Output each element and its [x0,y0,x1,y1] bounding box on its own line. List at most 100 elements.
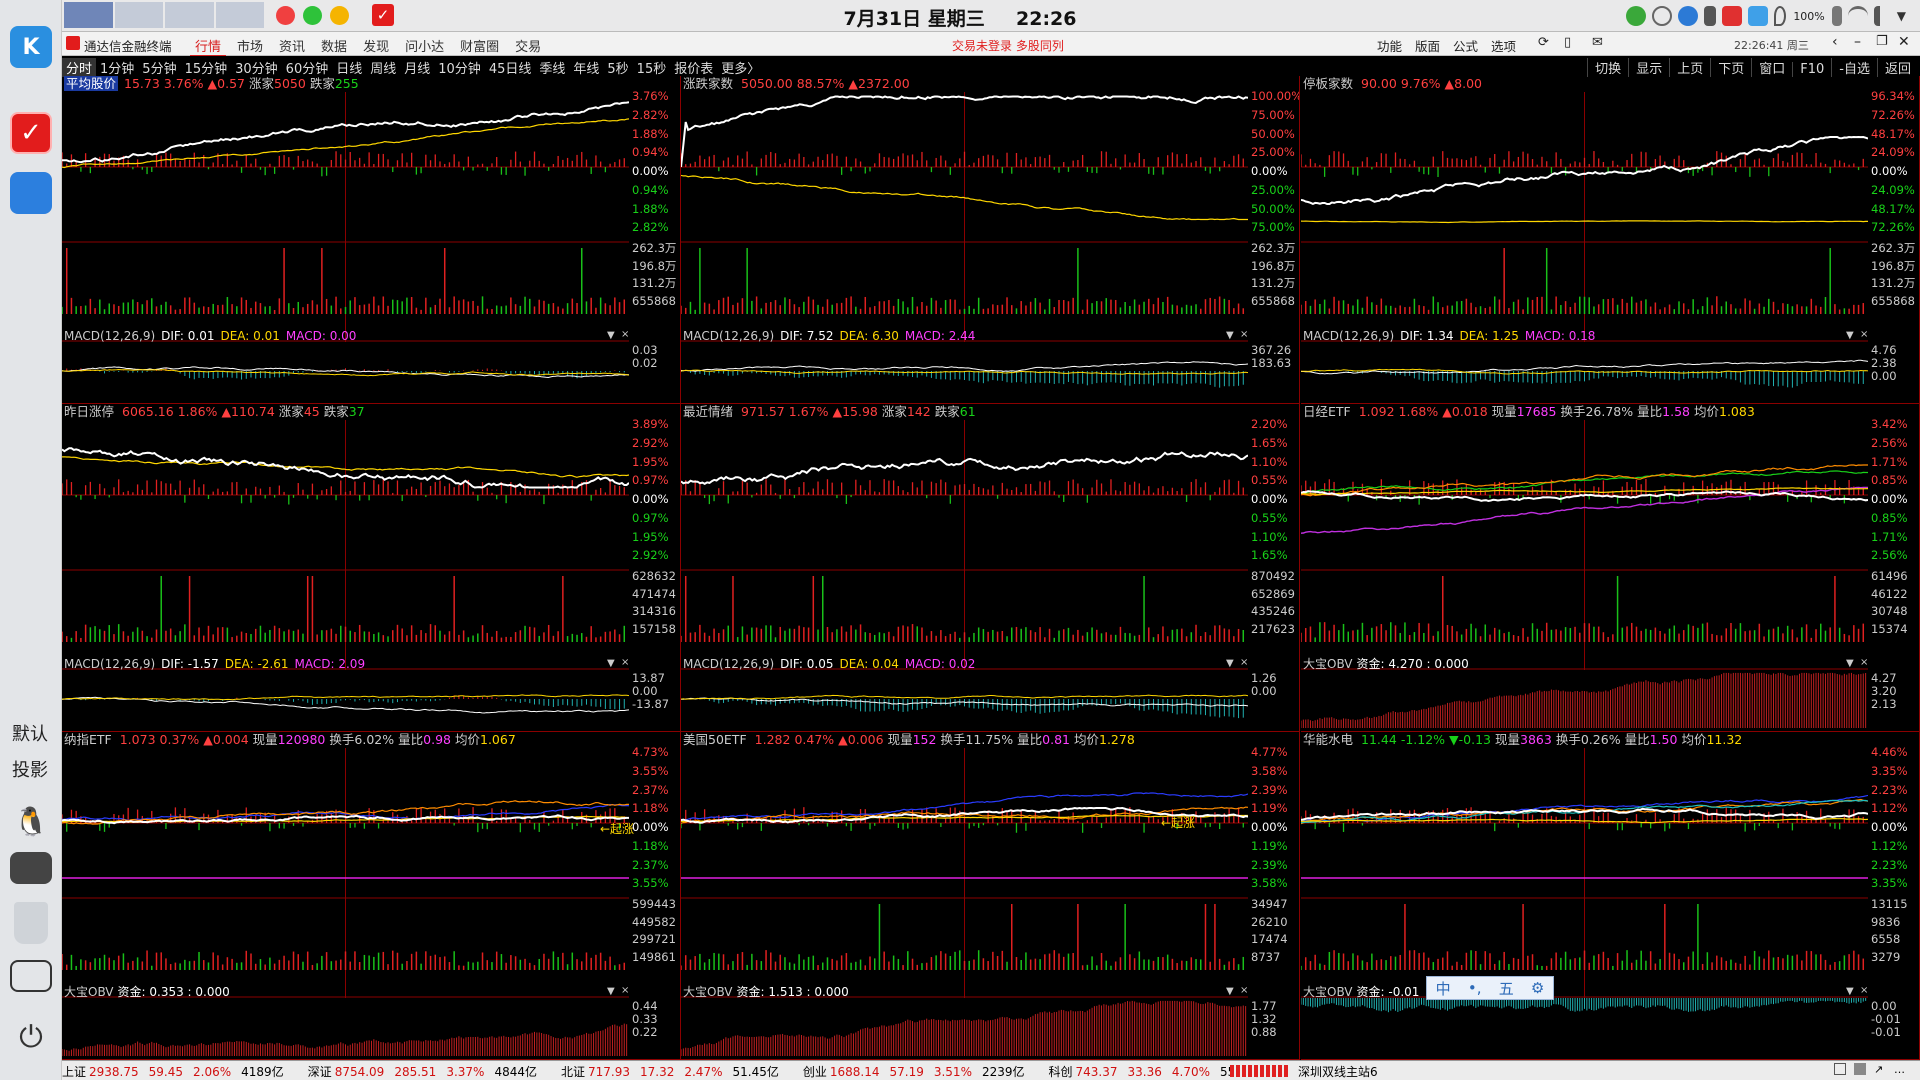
indicator-dropdown-icon[interactable]: ▼ [1846,330,1854,341]
period-13[interactable]: 5秒 [603,58,632,77]
dock-cast-label[interactable]: 投影 [12,756,48,782]
period-3[interactable]: 15分钟 [181,58,232,77]
menu-right-3[interactable]: 选项 [1486,36,1521,55]
period-14[interactable]: 15秒 [633,58,671,77]
tray-grid-icon[interactable] [1854,1063,1866,1075]
power-icon[interactable]: ⏻ [10,1016,52,1058]
volume-icon[interactable] [1873,6,1888,26]
monitor-icon[interactable] [10,960,52,992]
v-app-icon[interactable] [1748,6,1769,26]
period-action-0[interactable]: 切换 [1587,58,1628,77]
period-action-4[interactable]: 窗口 [1751,58,1792,77]
indicator-close-icon[interactable]: × [621,657,629,668]
chart-canvas[interactable] [62,420,629,732]
menu-tab-6[interactable]: 财富圈 [455,36,504,55]
menu-tab-4[interactable]: 发现 [358,36,394,55]
period-7[interactable]: 周线 [366,58,400,77]
location-pin-icon[interactable] [1774,6,1787,26]
server-name[interactable]: 深圳双线主站6 [1298,1063,1378,1080]
indicator-close-icon[interactable]: × [1240,329,1248,340]
battery-percent[interactable]: 100% [1793,10,1824,23]
menu-right-2[interactable]: 公式 [1448,36,1483,55]
index-quote-0[interactable]: 上证 2938.75 59.45 2.06% 4189亿 [62,1063,298,1080]
indicator-dropdown-icon[interactable]: ▼ [607,986,615,997]
file-manager-icon[interactable] [10,172,52,214]
indicator-dropdown-icon[interactable]: ▼ [1846,658,1854,669]
chart-panel-3[interactable]: 昨日涨停 6065.16 1.86% ▲110.74 涨家45 跌家37 3.89% 2.92… [62,404,681,732]
wifi-icon[interactable] [1847,6,1868,26]
chart-canvas[interactable] [62,92,629,404]
power-plug-icon[interactable] [1831,6,1842,26]
period-action-2[interactable]: 上页 [1669,58,1710,77]
period-12[interactable]: 年线 [569,58,603,77]
period-1[interactable]: 1分钟 [96,58,138,77]
period-action-6[interactable]: -自选 [1831,58,1877,77]
period-action-3[interactable]: 下页 [1710,58,1751,77]
chart-panel-6[interactable]: 纳指ETF 1.073 0.37% ▲0.004 现量120980 换手6.02% 量比0.… [62,732,681,1060]
ime-settings-icon[interactable]: ⚙ [1531,979,1544,997]
chart-panel-4[interactable]: 最近情绪 971.57 1.67% ▲15.98 涨家142 跌家61 2.20% 1.65%… [681,404,1300,732]
indicator-close-icon[interactable]: × [621,329,629,340]
menu-tab-7[interactable]: 交易 [510,36,546,55]
period-action-7[interactable]: 返回 [1876,58,1918,77]
period-4[interactable]: 30分钟 [231,58,282,77]
login-notice[interactable]: 交易未登录 多股同列 [952,37,1064,54]
ime-toolbar[interactable]: 中 •, 五 ⚙ [1426,976,1554,1000]
index-quote-1[interactable]: 深证 8754.09 285.51 3.37% 4844亿 [308,1063,551,1080]
index-quote-2[interactable]: 北证 717.93 17.32 2.47% 51.45亿 [561,1063,793,1080]
period-6[interactable]: 日线 [332,58,366,77]
indicator-close-icon[interactable]: × [1860,985,1868,996]
tongdaxin-icon[interactable]: ✓ [10,112,52,154]
back-nav-icon[interactable]: ‹ [1832,34,1838,50]
indicator-dropdown-icon[interactable]: ▼ [1226,658,1234,669]
window-minimize-icon[interactable]: – [1854,34,1861,50]
chart-panel-5[interactable]: 日经ETF 1.092 1.68% ▲0.018 现量17685 换手26.78% 量比1.… [1301,404,1920,732]
indicator-close-icon[interactable]: × [1860,657,1868,668]
period-2[interactable]: 5分钟 [138,58,180,77]
dock-default-label[interactable]: 默认 [12,720,48,746]
menu-right-1[interactable]: 版面 [1410,36,1445,55]
chart-canvas[interactable] [681,420,1248,732]
period-action-1[interactable]: 显示 [1628,58,1669,77]
menu-tab-2[interactable]: 资讯 [274,36,310,55]
period-16[interactable]: 更多〉 [717,58,764,77]
chart-canvas[interactable] [62,748,629,1060]
indicator-close-icon[interactable]: × [621,985,629,996]
indicator-close-icon[interactable]: × [1240,985,1248,996]
refresh-icon[interactable] [1722,6,1743,26]
chart-panel-0[interactable]: 平均股价 15.73 3.76% ▲0.57 涨家5050 跌家255 3.76% 2.82%… [62,76,681,404]
feather-icon[interactable] [1704,6,1717,26]
penguin-icon[interactable]: 🐧 [10,800,52,842]
globe-icon[interactable] [1626,6,1647,26]
menu-tab-0[interactable]: 行情 [190,36,227,57]
indicator-dropdown-icon[interactable]: ▼ [607,658,615,669]
indicator-close-icon[interactable]: × [1240,657,1248,668]
ime-wubi[interactable]: 五 [1499,978,1514,999]
menu-tab-1[interactable]: 市场 [232,36,268,55]
refresh-icon[interactable]: ⟳ [1538,35,1549,50]
network-sync-icon[interactable] [1678,6,1699,26]
period-10[interactable]: 45日线 [485,58,536,77]
period-9[interactable]: 10分钟 [434,58,485,77]
menu-right-0[interactable]: 功能 [1372,36,1407,55]
launcher-icon[interactable]: K [10,26,52,68]
period-5[interactable]: 60分钟 [282,58,333,77]
phone-icon[interactable]: ▯ [1564,35,1571,50]
chart-canvas[interactable] [1301,748,1868,1060]
indicator-close-icon[interactable]: × [1860,329,1868,340]
menu-tab-3[interactable]: 数据 [316,36,352,55]
indicator-dropdown-icon[interactable]: ▼ [1226,330,1234,341]
period-0[interactable]: 分时 [62,58,97,77]
chart-canvas[interactable] [1301,420,1868,732]
period-11[interactable]: 季线 [535,58,569,77]
period-15[interactable]: 报价表 [670,58,717,77]
period-8[interactable]: 月线 [400,58,434,77]
chart-panel-8[interactable]: 华能水电 11.44 -1.12% ▼-0.13 现量3863 换手0.26% 量比1.50… [1301,732,1920,1060]
trash-icon[interactable] [14,902,48,944]
window-close-icon[interactable]: ✕ [1898,34,1910,50]
mail-icon[interactable]: ✉ [1592,35,1603,50]
keyboard-icon[interactable] [10,852,52,884]
indicator-dropdown-icon[interactable]: ▼ [607,330,615,341]
chart-canvas[interactable] [681,748,1248,1060]
tray-arrow-icon[interactable]: ↗ [1874,1063,1883,1076]
